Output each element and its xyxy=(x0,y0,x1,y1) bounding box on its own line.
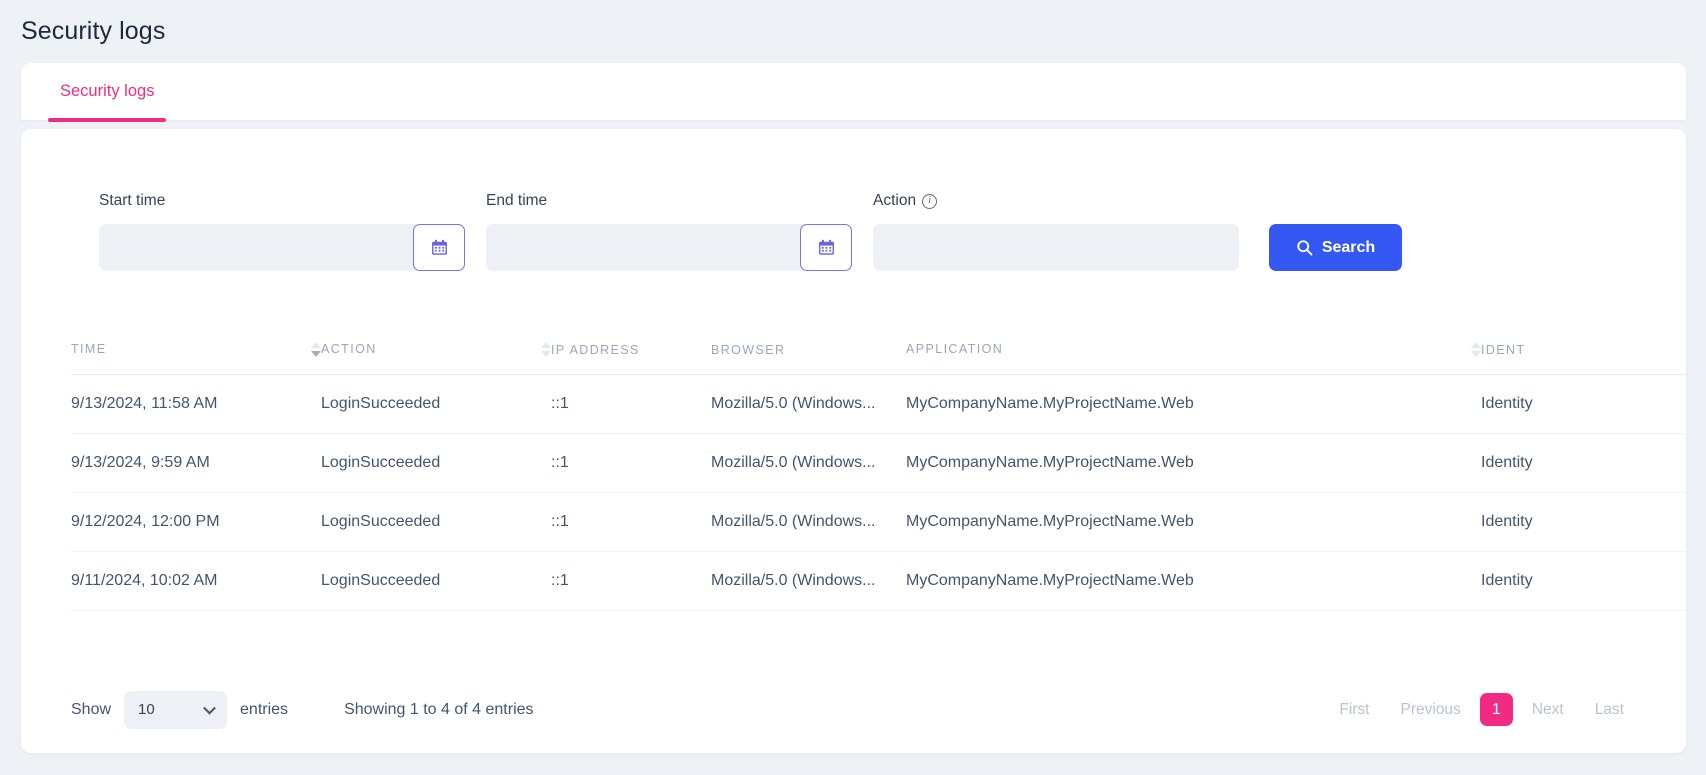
action-input[interactable] xyxy=(873,224,1239,271)
tab-strip: Security logs xyxy=(21,63,1686,122)
filter-bar: Start time End time Action i Search xyxy=(21,129,1686,344)
table-row[interactable]: 9/13/2024, 9:59 AM LoginSucceeded ::1 Mo… xyxy=(71,433,1686,493)
main-card: Start time End time Action i Search TIME… xyxy=(21,129,1686,753)
action-label: Action i xyxy=(873,191,1239,211)
showing-entries-text: Showing 1 to 4 of 4 entries xyxy=(344,700,534,718)
cell-action: LoginSucceeded xyxy=(321,551,551,611)
column-header-action[interactable]: ACTION xyxy=(321,342,551,375)
search-button[interactable]: Search xyxy=(1269,224,1402,271)
tab-label: Security logs xyxy=(60,82,155,100)
cell-action: LoginSucceeded xyxy=(321,433,551,493)
cell-application: MyCompanyName.MyProjectName.Web xyxy=(906,551,1481,611)
column-header-browser[interactable]: BROWSER xyxy=(711,342,906,375)
pagination-first[interactable]: First xyxy=(1327,694,1381,726)
action-field xyxy=(873,224,1239,271)
start-time-calendar-button[interactable] xyxy=(413,224,465,271)
chevron-down-icon xyxy=(203,701,216,715)
cell-browser: Mozilla/5.0 (Windows... xyxy=(711,374,906,434)
table-row[interactable]: 9/13/2024, 11:58 AM LoginSucceeded ::1 M… xyxy=(71,374,1686,434)
page-title: Security logs xyxy=(21,17,166,45)
filter-row: Start time End time Action i Search xyxy=(99,191,1686,271)
table-head: TIME ACTION IP ADDRESS BROWSER APPLICATI… xyxy=(71,342,1686,375)
tab-security-logs[interactable]: Security logs xyxy=(48,63,167,122)
calendar-icon xyxy=(431,239,447,255)
pagination-last[interactable]: Last xyxy=(1583,694,1636,726)
tab-active-underline xyxy=(48,118,167,122)
action-label-text: Action xyxy=(873,192,917,209)
page-size-group: Show 10 entries xyxy=(71,690,289,729)
end-time-calendar-button[interactable] xyxy=(800,224,852,271)
security-logs-table: TIME ACTION IP ADDRESS BROWSER APPLICATI… xyxy=(71,342,1686,611)
cell-application: MyCompanyName.MyProjectName.Web xyxy=(906,492,1481,552)
table-footer: Show 10 entries Showing 1 to 4 of 4 entr… xyxy=(21,666,1686,753)
search-button-label: Search xyxy=(1321,238,1376,256)
action-field-group: Action i xyxy=(873,191,1239,271)
cell-identity: Identity xyxy=(1481,492,1686,552)
end-time-field xyxy=(486,224,852,271)
sort-icon[interactable] xyxy=(297,342,321,357)
end-time-label: End time xyxy=(486,192,548,209)
cell-ip: ::1 xyxy=(551,374,711,434)
pagination-next[interactable]: Next xyxy=(1520,694,1576,726)
page-size-value: 10 xyxy=(138,701,155,718)
end-time-input[interactable] xyxy=(486,224,852,271)
tab-card: Security logs xyxy=(21,63,1686,122)
start-time-input[interactable] xyxy=(99,224,465,271)
column-label: IDENT xyxy=(1481,342,1526,357)
cell-ip: ::1 xyxy=(551,433,711,493)
entries-label: entries xyxy=(240,700,289,718)
table-row[interactable]: 9/11/2024, 10:02 AM LoginSucceeded ::1 M… xyxy=(71,551,1686,611)
cell-time: 9/13/2024, 11:58 AM xyxy=(71,374,321,434)
end-time-field-group: End time xyxy=(486,191,852,271)
info-icon[interactable]: i xyxy=(922,193,938,209)
cell-browser: Mozilla/5.0 (Windows... xyxy=(711,551,906,611)
show-label: Show xyxy=(71,700,112,718)
cell-ip: ::1 xyxy=(551,551,711,611)
cell-action: LoginSucceeded xyxy=(321,374,551,434)
column-header-application[interactable]: APPLICATION xyxy=(906,342,1481,375)
cell-time: 9/11/2024, 10:02 AM xyxy=(71,551,321,611)
column-label: TIME xyxy=(71,342,107,357)
pagination-page-1[interactable]: 1 xyxy=(1479,693,1513,726)
sort-icon[interactable] xyxy=(1457,342,1481,357)
cell-identity: Identity xyxy=(1481,551,1686,611)
column-label: IP ADDRESS xyxy=(551,342,640,357)
security-logs-page: Security logs Security logs Start time E… xyxy=(0,0,1706,775)
security-logs-table-wrapper: TIME ACTION IP ADDRESS BROWSER APPLICATI… xyxy=(21,342,1686,611)
column-header-time[interactable]: TIME xyxy=(71,342,321,375)
cell-time: 9/13/2024, 9:59 AM xyxy=(71,433,321,493)
table-header-row: TIME ACTION IP ADDRESS BROWSER APPLICATI… xyxy=(71,342,1686,375)
table-body: 9/13/2024, 11:58 AM LoginSucceeded ::1 M… xyxy=(71,374,1686,611)
column-label: APPLICATION xyxy=(906,342,1004,357)
pagination-previous[interactable]: Previous xyxy=(1389,694,1473,726)
cell-application: MyCompanyName.MyProjectName.Web xyxy=(906,433,1481,493)
cell-browser: Mozilla/5.0 (Windows... xyxy=(711,433,906,493)
column-header-identity[interactable]: IDENT xyxy=(1481,342,1686,375)
cell-application: MyCompanyName.MyProjectName.Web xyxy=(906,374,1481,434)
start-time-field-group: Start time xyxy=(99,191,465,271)
column-label: BROWSER xyxy=(711,342,786,357)
column-label: ACTION xyxy=(321,342,377,357)
cell-time: 9/12/2024, 12:00 PM xyxy=(71,492,321,552)
start-time-label: Start time xyxy=(99,192,166,209)
search-icon xyxy=(1297,240,1313,256)
cell-action: LoginSucceeded xyxy=(321,492,551,552)
cell-identity: Identity xyxy=(1481,374,1686,434)
table-row[interactable]: 9/12/2024, 12:00 PM LoginSucceeded ::1 M… xyxy=(71,492,1686,552)
page-size-select[interactable]: 10 xyxy=(124,690,228,729)
calendar-icon xyxy=(818,239,834,255)
cell-ip: ::1 xyxy=(551,492,711,552)
column-header-ip-address[interactable]: IP ADDRESS xyxy=(551,342,711,375)
start-time-field xyxy=(99,224,465,271)
sort-icon[interactable] xyxy=(527,342,551,357)
cell-browser: Mozilla/5.0 (Windows... xyxy=(711,492,906,552)
pagination: First Previous 1 Next Last xyxy=(1327,693,1636,726)
cell-identity: Identity xyxy=(1481,433,1686,493)
